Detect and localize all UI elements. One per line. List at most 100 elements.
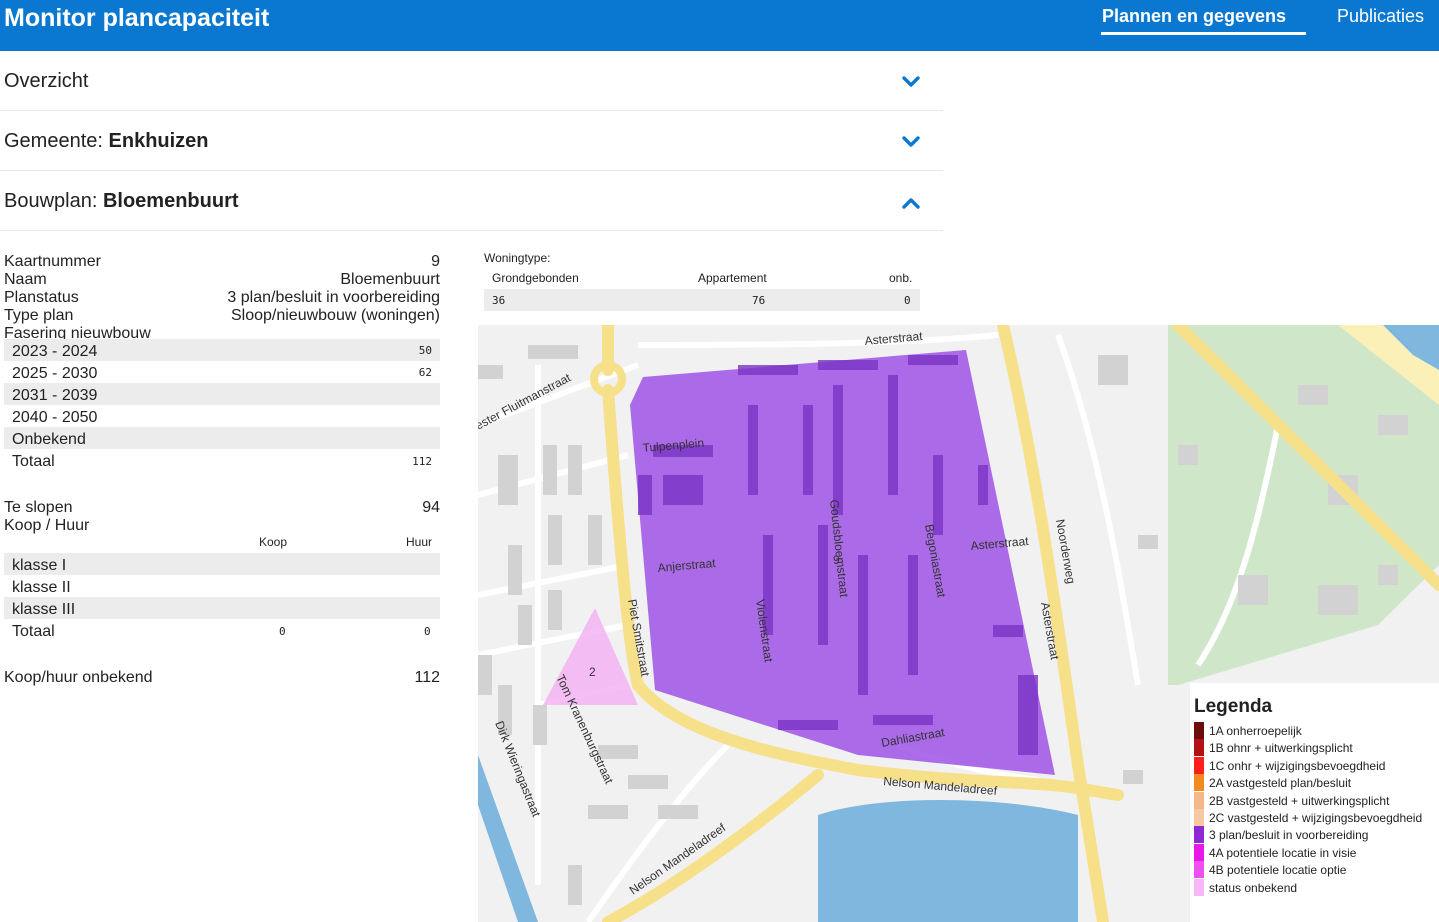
legend-item: 2B vastgesteld + uitwerkingsplicht: [1194, 791, 1439, 809]
nav-publicaties[interactable]: Publicaties: [1337, 6, 1424, 27]
app-title: Monitor plancapaciteit: [4, 4, 270, 32]
legend-swatch: [1194, 791, 1204, 809]
gemeente-prefix: Gemeente:: [4, 130, 109, 152]
fasering-period: 2040 - 2050: [12, 409, 98, 426]
top-bar: Monitor plancapaciteit Plannen en gegeve…: [0, 0, 1439, 51]
street-label: ester Fluitmanstraat: [478, 370, 574, 432]
huur-header: Huur: [406, 535, 433, 549]
klasse-label: klasse II: [12, 579, 71, 596]
legend-label: 3 plan/besluit in voorbereiding: [1209, 828, 1369, 843]
legend-item: 1C onhr + wijzigingsbevoegdheid: [1194, 756, 1439, 774]
woningtype-value: 36: [492, 294, 506, 307]
map-legend: Legenda 1A onherroepelijk 1B ohnr + uitw…: [1190, 683, 1439, 922]
fasering-period: 2031 - 2039: [12, 387, 98, 404]
woningtype-value: 0: [904, 294, 911, 307]
accordion-overzicht-label: Overzicht: [4, 70, 89, 92]
fasering-row: 2025 - 2030 62: [4, 361, 440, 383]
accordion-bouwplan[interactable]: Bouwplan: Bloemenbuurt: [0, 171, 943, 231]
detail-value: 112: [414, 669, 440, 686]
legend-item: 3 plan/besluit in voorbereiding: [1194, 826, 1439, 844]
accordion-gemeente[interactable]: Gemeente: Enkhuizen: [0, 111, 943, 171]
legend-label: status onbekend: [1209, 880, 1298, 895]
woningtype-header: Appartement: [698, 271, 767, 285]
fasering-period: 2023 - 2024: [12, 343, 98, 360]
fasering-row: 2031 - 2039: [4, 383, 440, 405]
legend-label: 2B vastgesteld + uitwerkingsplicht: [1209, 793, 1390, 808]
legend-label: 4B potentiele locatie optie: [1209, 863, 1347, 878]
legend-swatch: [1194, 739, 1204, 757]
legend-label: 2C vastgesteld + wijzigingsbevoegdheid: [1209, 811, 1423, 825]
legend-label: 2A vastgesteld plan/besluit: [1209, 776, 1352, 791]
detail-planstatus: Planstatus 3 plan/besluit in voorbereidin…: [4, 286, 440, 306]
legend-label: 1B ohnr + uitwerkingsplicht: [1209, 741, 1353, 756]
woningtype-header: Grondgebonden: [492, 271, 579, 285]
accordion-overzicht[interactable]: Overzicht: [0, 51, 943, 111]
accordion-bouwplan-label: Bouwplan: Bloemenbuurt: [4, 190, 239, 213]
fasering-total-row: Totaal 112: [4, 449, 440, 471]
klasse-row: klasse III: [4, 597, 440, 619]
legend-swatch: [1194, 774, 1204, 792]
klasse-total-row: Totaal 0 0: [4, 619, 440, 641]
bouwplan-name: Bloemenbuurt: [102, 190, 239, 212]
legend-label: 1C onhr + wijzigingsbevoegdheid: [1209, 758, 1386, 773]
legend-swatch: [1194, 756, 1204, 774]
legend-title: Legenda: [1194, 696, 1273, 717]
legend-swatch: [1194, 843, 1204, 861]
water-area: [818, 800, 1078, 922]
detail-naam: Naam Bloemenbuurt: [4, 268, 440, 288]
legend-label: 1A onherroepelijk: [1209, 724, 1302, 738]
active-nav-indicator: [1101, 32, 1306, 35]
klasse-row: klasse II: [4, 575, 440, 597]
fasering-value: 62: [418, 366, 432, 379]
legend-item: 4A potentiele locatie in visie: [1194, 843, 1439, 861]
fasering-value: 112: [412, 455, 432, 468]
fasering-row: Onbekend: [4, 427, 440, 449]
legend-item: status onbekend: [1194, 878, 1439, 896]
legend-swatch: [1194, 809, 1204, 826]
detail-kaartnummer: Kaartnummer 9: [4, 250, 440, 270]
plan-number-label[interactable]: 9: [833, 553, 840, 567]
fasering-row: 2040 - 2050: [4, 405, 440, 427]
fasering-label: Fasering nieuwbouw: [4, 322, 440, 342]
woningtype-value: 76: [752, 294, 766, 307]
chevron-down-icon[interactable]: [900, 131, 922, 153]
klasse-huur: 0: [424, 625, 431, 638]
fasering-period: Onbekend: [12, 431, 86, 448]
plan-number-label[interactable]: 2: [589, 665, 596, 679]
fasering-row: 2023 - 2024 50: [4, 339, 440, 361]
koop-huur-title: Koop / Huur: [4, 517, 90, 534]
chevron-down-icon[interactable]: [900, 71, 922, 93]
nav-plannen-en-gegevens[interactable]: Plannen en gegevens: [1102, 6, 1286, 27]
fasering-period: 2025 - 2030: [12, 365, 98, 382]
detail-te-slopen: Te slopen 94: [4, 496, 440, 516]
legend-swatch: [1194, 878, 1204, 896]
fasering-value: 50: [418, 344, 432, 357]
street-label: Noorderweg: [1053, 518, 1078, 585]
legend-item: 1B ohnr + uitwerkingsplicht: [1194, 739, 1439, 757]
woningtype-values-row: 36 76 0: [484, 289, 920, 311]
legend-label: 4A potentiele locatie in visie: [1209, 845, 1357, 860]
legend-item: 2C vastgesteld + wijzigingsbevoegdheid: [1194, 809, 1439, 826]
legend-swatch: [1194, 861, 1204, 879]
woningtype-label: Woningtype:: [484, 251, 551, 265]
klasse-label: Totaal: [12, 623, 55, 640]
accordion-gemeente-label: Gemeente: Enkhuizen: [4, 130, 209, 153]
legend-item: 2A vastgesteld plan/besluit: [1194, 774, 1439, 792]
woningtype-header: onb.: [889, 271, 913, 285]
detail-type-plan: Type plan Sloop/nieuwbouw (woningen): [4, 304, 440, 324]
detail-koop-huur-onbekend: Koop/huur onbekend 112: [4, 666, 440, 686]
legend-swatch: [1194, 722, 1204, 739]
koop-header: Koop: [259, 535, 288, 549]
koop-huur-label: Koop / Huur: [4, 514, 440, 534]
fasering-period: Totaal: [12, 453, 55, 470]
klasse-label: klasse I: [12, 557, 67, 574]
detail-key: Koop/huur onbekend: [4, 669, 153, 686]
legend-swatch: [1194, 826, 1204, 844]
legend-item: 1A onherroepelijk: [1194, 722, 1439, 739]
klasse-row: klasse I: [4, 553, 440, 575]
bouwplan-prefix: Bouwplan:: [4, 190, 103, 212]
chevron-up-icon[interactable]: [900, 192, 922, 214]
klasse-koop: 0: [279, 625, 286, 638]
klasse-label: klasse III: [12, 601, 76, 618]
legend-item: 4B potentiele locatie optie: [1194, 861, 1439, 879]
